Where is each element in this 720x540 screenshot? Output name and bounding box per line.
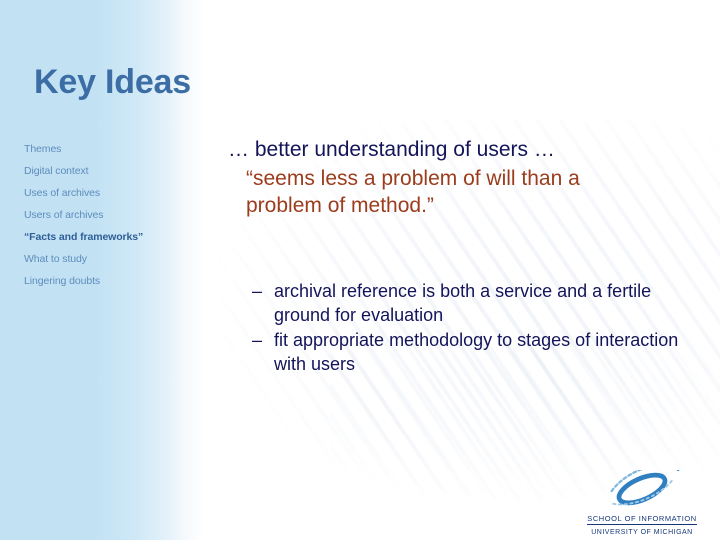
organization-logo: SCHOOL OF INFORMATION UNIVERSITY OF MICH…	[576, 470, 708, 536]
quote-text: “seems less a problem of will than a pro…	[246, 165, 706, 220]
slide-canvas: Key Ideas Themes Digital context Uses of…	[0, 0, 720, 540]
sidebar-item-what-to-study[interactable]: What to study	[24, 254, 202, 265]
quote-line-2: problem of method.”	[246, 194, 434, 218]
logo-school-name: SCHOOL OF INFORMATION	[587, 514, 697, 525]
agenda-sidebar: Themes Digital context Uses of archives …	[24, 144, 202, 298]
sub-bullet-list: – archival reference is both a service a…	[252, 280, 692, 378]
list-item-text: fit appropriate methodology to stages of…	[274, 329, 679, 374]
sidebar-item-users-of-archives[interactable]: Users of archives	[24, 210, 202, 221]
lead-statement: … better understanding of users …	[228, 138, 555, 161]
logo-university-name: UNIVERSITY OF MICHIGAN	[591, 528, 693, 536]
sidebar-item-facts-and-frameworks[interactable]: “Facts and frameworks”	[24, 232, 202, 243]
page-title: Key Ideas	[34, 63, 191, 101]
sidebar-item-lingering-doubts[interactable]: Lingering doubts	[24, 276, 202, 287]
sidebar-item-digital-context[interactable]: Digital context	[24, 166, 202, 177]
sidebar-item-uses-of-archives[interactable]: Uses of archives	[24, 188, 202, 199]
main-content-block: … better understanding of users … “seems…	[228, 136, 706, 220]
dash-bullet-icon: –	[252, 329, 263, 350]
list-item-text: archival reference is both a service and…	[274, 281, 652, 325]
list-item: – fit appropriate methodology to stages …	[252, 329, 692, 377]
quote-line-1: “seems less a problem of will than a	[246, 166, 580, 190]
si-swoosh-icon	[610, 470, 680, 506]
sidebar-item-themes[interactable]: Themes	[24, 144, 202, 155]
list-item: – archival reference is both a service a…	[252, 280, 692, 328]
dash-bullet-icon: –	[252, 281, 263, 301]
